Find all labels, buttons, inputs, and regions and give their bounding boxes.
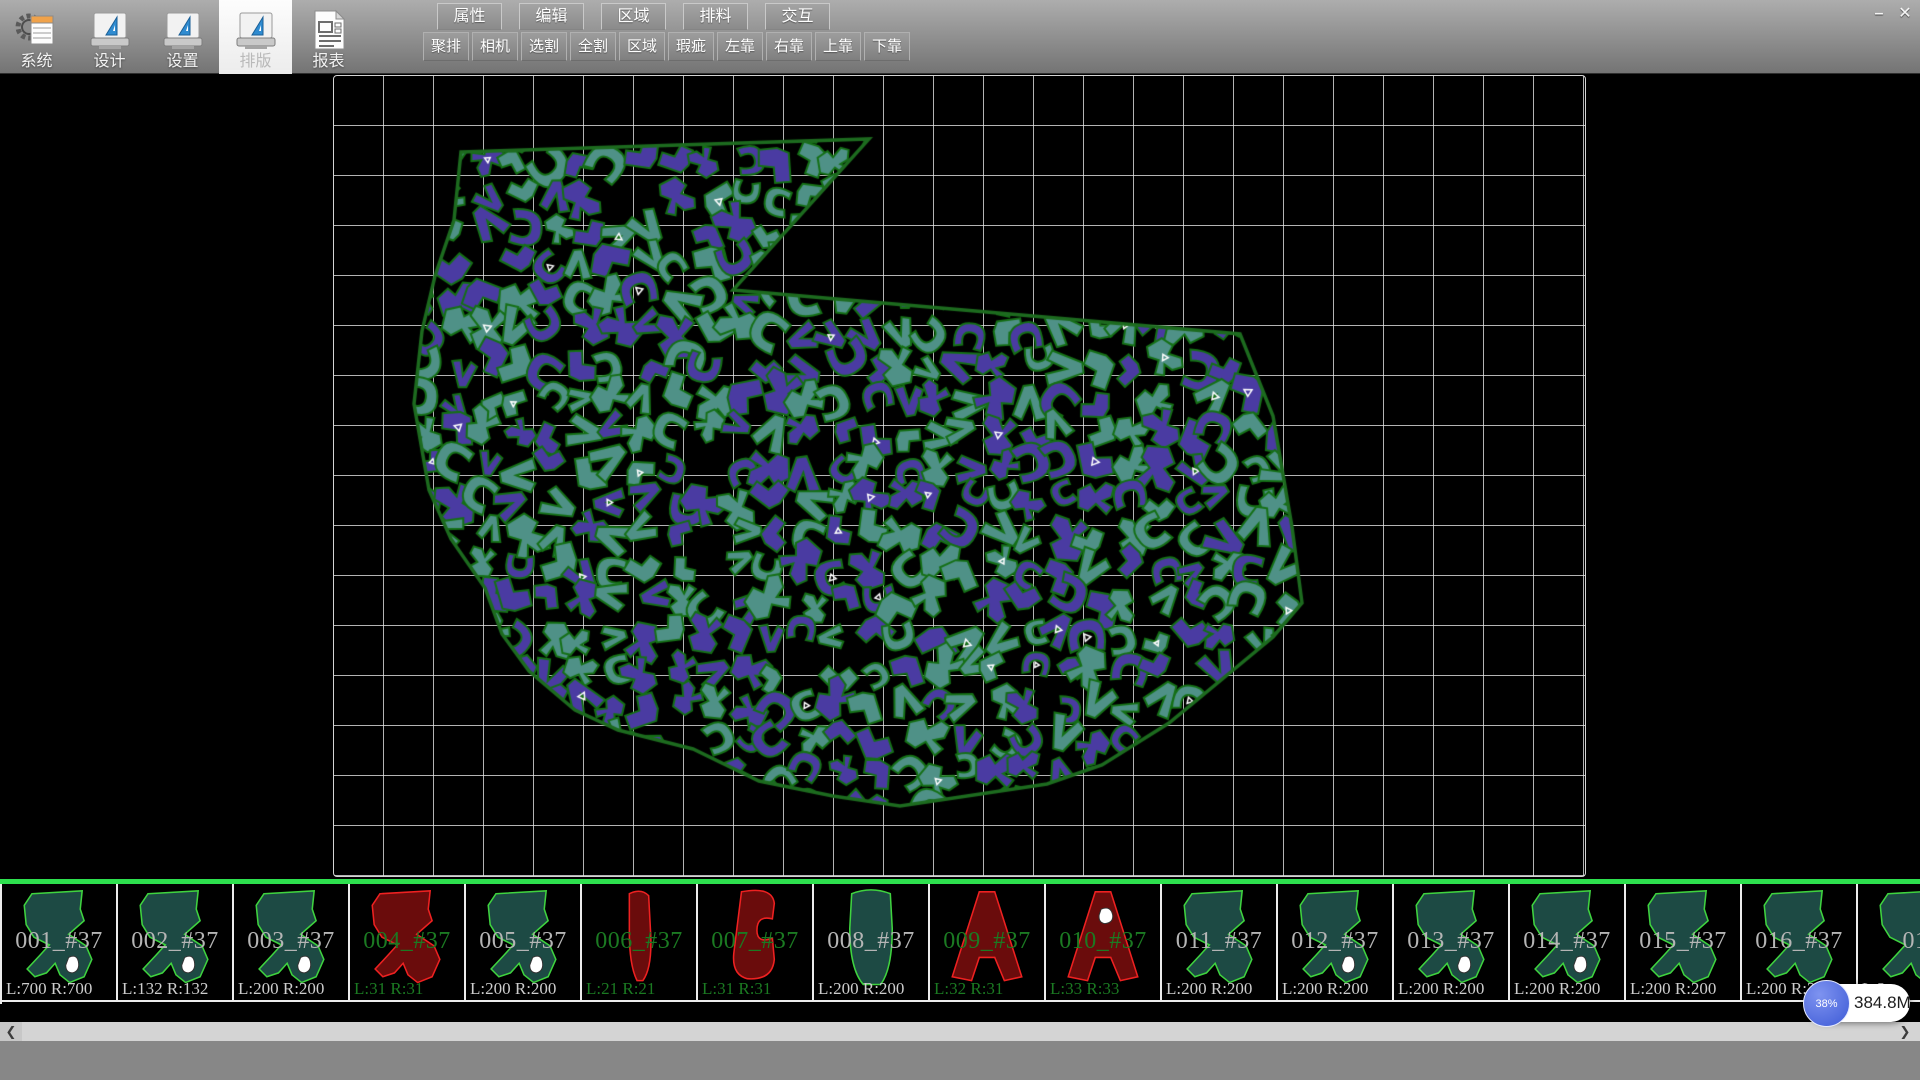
piece-id: 004_#37 [350,928,464,955]
piece-thumbnail-2[interactable]: 002_#37 L:132 R:132 [118,884,234,1002]
tool-button[interactable]: 左靠 [717,32,763,61]
menu-button[interactable]: 交互 [765,3,830,30]
piece-id: 005_#37 [466,928,580,955]
piece-id: 009_#37 [930,928,1044,955]
piece-id: 003_#37 [234,928,348,955]
piece-strip: 001_#37 L:700 R:700 002_#37 L:132 R:132 … [0,884,1920,1004]
piece-lr-label: L:200 R:200 [470,979,556,999]
memory-badge[interactable]: 38% 384.8M [1806,984,1910,1022]
report-icon [306,8,352,52]
piece-lr-label: L:200 R:200 [1514,979,1600,999]
settings-ruler-icon [160,8,206,52]
piece-lr-label: L:21 R:21 [586,979,655,999]
minimize-button[interactable]: – [1867,2,1891,26]
piece-id: 015_#37 [1626,928,1740,955]
piece-id: 010_#37 [1046,928,1160,955]
ribbon-tab-3[interactable]: 设置 [146,0,219,74]
scroll-left-icon[interactable]: ❮ [0,1022,22,1041]
piece-id: 016_#37 [1742,928,1856,955]
piece-lr-label: L:200 R:200 [1398,979,1484,999]
piece-id: 008_#37 [814,928,928,955]
piece-thumbnail-13[interactable]: 013_#37 L:200 R:200 [1394,884,1510,1002]
tool-bar: 聚排相机选割全割区域瑕疵左靠右靠上靠下靠 [423,32,910,61]
close-button[interactable]: ✕ [1893,2,1917,26]
ribbon-tabs: 系统 设计 设置 排版 报表 [0,0,365,71]
scroll-right-icon[interactable]: ❯ [1895,1022,1915,1041]
nesting-ruler-icon [233,8,279,52]
strip-scrollbar[interactable]: ❮ ❯ [0,1022,1920,1041]
piece-id: 006_#37 [582,928,696,955]
piece-thumbnail-10[interactable]: 010_#37 L:33 R:33 [1046,884,1162,1002]
piece-thumbnail-9[interactable]: 009_#37 L:32 R:31 [930,884,1046,1002]
piece-thumbnail-8[interactable]: 008_#37 L:200 R:200 [814,884,930,1002]
piece-id: 001_#37 [2,928,116,955]
ribbon-tab-5[interactable]: 报表 [292,0,365,74]
status-bar [0,1041,1920,1080]
piece-lr-label: L:32 R:31 [934,979,1003,999]
piece-id: 002_#37 [118,928,232,955]
piece-thumbnail-1[interactable]: 001_#37 L:700 R:700 [2,884,118,1002]
piece-lr-label: L:31 R:31 [354,979,423,999]
ribbon-tab-4[interactable]: 排版 [219,0,292,74]
piece-thumbnail-15[interactable]: 015_#37 L:200 R:200 [1626,884,1742,1002]
piece-id: 01 [1858,928,1920,955]
ribbon-tab-2[interactable]: 设计 [73,0,146,74]
tool-button[interactable]: 选割 [521,32,567,61]
piece-id: 013_#37 [1394,928,1508,955]
progress-circle: 38% [1803,980,1850,1027]
menu-button[interactable]: 属性 [437,3,502,30]
tool-button[interactable]: 区域 [619,32,665,61]
piece-lr-label: L:132 R:132 [122,979,208,999]
tool-button[interactable]: 全割 [570,32,616,61]
piece-id: 011_#37 [1162,928,1276,955]
piece-id: 014_#37 [1510,928,1624,955]
design-ruler-icon [87,8,133,52]
tool-button[interactable]: 右靠 [766,32,812,61]
piece-thumbnail-11[interactable]: 011_#37 L:200 R:200 [1162,884,1278,1002]
leather-hide-canvas[interactable] [333,75,1584,875]
piece-thumbnail-14[interactable]: 014_#37 L:200 R:200 [1510,884,1626,1002]
window-controls: – ✕ [1867,2,1917,26]
piece-lr-label: L:200 R:200 [238,979,324,999]
piece-lr-label: L:200 R:200 [818,979,904,999]
tool-button[interactable]: 瑕疵 [668,32,714,61]
piece-thumbnail-5[interactable]: 005_#37 L:200 R:200 [466,884,582,1002]
piece-lr-label: L:33 R:33 [1050,979,1119,999]
menu-button[interactable]: 区域 [601,3,666,30]
tool-button[interactable]: 上靠 [815,32,861,61]
piece-lr-label: L:200 R:200 [1166,979,1252,999]
ribbon-tab-1[interactable]: 系统 [0,0,73,74]
piece-lr-label: L:200 R:200 [1282,979,1368,999]
menu-bar: 属性编辑区域排料交互 [437,3,830,30]
piece-thumbnail-7[interactable]: 007_#37 L:31 R:31 [698,884,814,1002]
system-gear-icon [14,8,60,52]
menu-button[interactable]: 编辑 [519,3,584,30]
piece-lr-label: L:31 R:31 [702,979,771,999]
app-window: 系统 设计 设置 排版 报表 属性编辑区域排料交互 聚排相机选割全割区域瑕疵左靠… [0,0,1920,1080]
canvas-workspace[interactable] [0,74,1920,880]
tool-button[interactable]: 聚排 [423,32,469,61]
tool-button[interactable]: 相机 [472,32,518,61]
menu-button[interactable]: 排料 [683,3,748,30]
piece-lr-label: L:700 R:700 [6,979,92,999]
piece-id: 012_#37 [1278,928,1392,955]
toolbar: 系统 设计 设置 排版 报表 属性编辑区域排料交互 聚排相机选割全割区域瑕疵左靠… [0,0,1920,74]
piece-lr-label: L:200 R:200 [1630,979,1716,999]
tool-button[interactable]: 下靠 [864,32,910,61]
piece-id: 007_#37 [698,928,812,955]
piece-thumbnail-12[interactable]: 012_#37 L:200 R:200 [1278,884,1394,1002]
memory-value: 384.8M [1854,984,1911,1022]
piece-thumbnail-6[interactable]: 006_#37 L:21 R:21 [582,884,698,1002]
piece-thumbnail-3[interactable]: 003_#37 L:200 R:200 [234,884,350,1002]
piece-thumbnail-4[interactable]: 004_#37 L:31 R:31 [350,884,466,1002]
progress-value: 38% [1815,998,1837,1010]
